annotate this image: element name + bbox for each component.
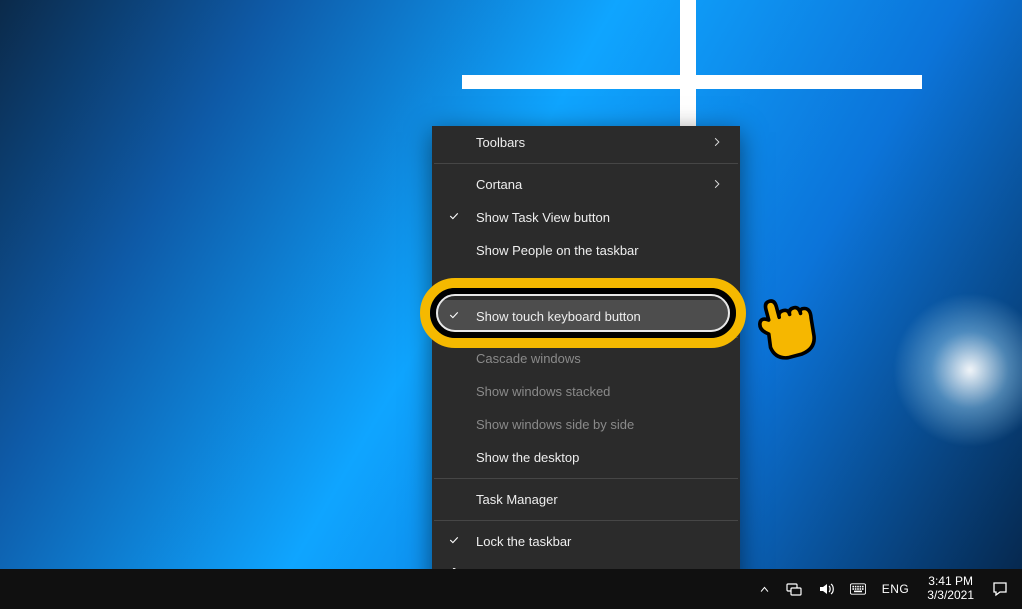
menu-item-label: Show windows side by side	[476, 417, 634, 432]
menu-item-label: Lock the taskbar	[476, 534, 571, 549]
menu-item-show-people[interactable]: Show People on the taskbar	[432, 234, 740, 267]
language-indicator: ENG	[882, 582, 910, 596]
menu-separator	[434, 478, 738, 479]
tray-overflow-button[interactable]	[751, 569, 778, 609]
menu-item-label: Show Task View button	[476, 210, 610, 225]
tray-network-button[interactable]	[778, 569, 810, 609]
menu-item-label: Show the desktop	[476, 450, 579, 465]
menu-item-label: Toolbars	[476, 135, 525, 150]
menu-item-label: Show Windows Ink Workspace button	[476, 276, 694, 291]
tray-action-center-button[interactable]	[984, 569, 1016, 609]
menu-item-cascade: Cascade windows	[432, 342, 740, 375]
show-desktop-button[interactable]	[1016, 569, 1022, 609]
chevron-up-icon	[759, 584, 770, 595]
tray-clock-button[interactable]: 3:41 PM 3/3/2021	[917, 569, 984, 609]
system-tray: ENG 3:41 PM 3/3/2021	[751, 569, 1022, 609]
menu-item-show-ink[interactable]: Show Windows Ink Workspace button	[432, 267, 740, 300]
taskbar-context-menu: Toolbars Cortana Show Task View button S…	[432, 126, 740, 591]
menu-separator	[434, 520, 738, 521]
menu-item-side-by-side: Show windows side by side	[432, 408, 740, 441]
menu-item-label: Cortana	[476, 177, 522, 192]
menu-item-cortana[interactable]: Cortana	[432, 168, 740, 201]
menu-separator	[434, 337, 738, 338]
tray-language-button[interactable]: ENG	[874, 569, 918, 609]
tray-keyboard-button[interactable]	[842, 569, 874, 609]
menu-item-label: Cascade windows	[476, 351, 581, 366]
menu-item-show-desktop[interactable]: Show the desktop	[432, 441, 740, 474]
clock-time: 3:41 PM	[928, 575, 973, 589]
menu-item-show-touch-keyboard[interactable]: Show touch keyboard button	[432, 300, 740, 333]
menu-item-label: Show windows stacked	[476, 384, 610, 399]
checkmark-icon	[446, 210, 462, 225]
light-flare	[860, 260, 1022, 480]
menu-item-label: Show People on the taskbar	[476, 243, 639, 258]
menu-separator	[434, 163, 738, 164]
speaker-icon	[818, 581, 834, 597]
menu-item-label: Show touch keyboard button	[476, 309, 641, 324]
clock-date: 3/3/2021	[927, 589, 974, 603]
menu-item-task-manager[interactable]: Task Manager	[432, 483, 740, 516]
checkmark-icon	[446, 309, 462, 324]
menu-item-lock-taskbar[interactable]: Lock the taskbar	[432, 525, 740, 558]
menu-item-show-task-view[interactable]: Show Task View button	[432, 201, 740, 234]
network-icon	[786, 581, 802, 597]
chevron-right-icon	[704, 135, 722, 150]
action-center-icon	[992, 581, 1008, 597]
menu-item-label: Task Manager	[476, 492, 558, 507]
tray-volume-button[interactable]	[810, 569, 842, 609]
menu-item-stacked: Show windows stacked	[432, 375, 740, 408]
menu-item-toolbars[interactable]: Toolbars	[432, 126, 740, 159]
taskbar[interactable]: ENG 3:41 PM 3/3/2021	[0, 569, 1022, 609]
keyboard-icon	[850, 581, 866, 597]
checkmark-icon	[446, 534, 462, 549]
chevron-right-icon	[704, 177, 722, 192]
